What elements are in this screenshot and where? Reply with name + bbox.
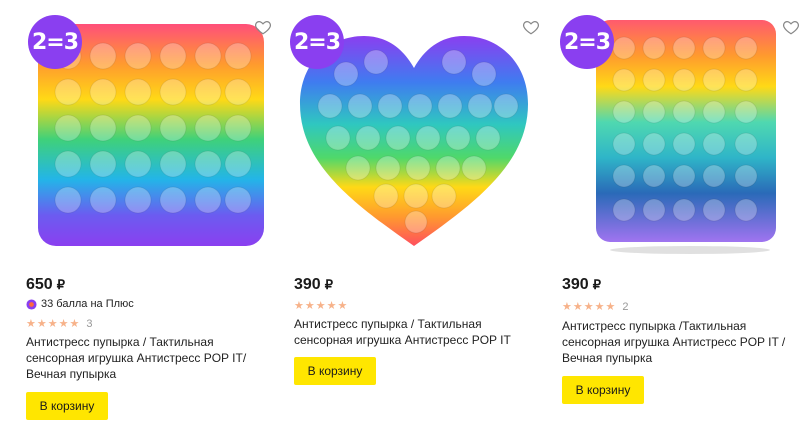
star-icon: ★ bbox=[26, 318, 36, 330]
product-title[interactable]: Антистресс пупырка / Тактильная сенсорна… bbox=[26, 334, 262, 382]
star-icon: ★ bbox=[69, 318, 80, 330]
rating[interactable]: ★ ★ ★ ★ ★ bbox=[294, 299, 354, 312]
product-card[interactable]: 2=3 bbox=[536, 0, 800, 433]
price: 650 ₽ bbox=[26, 276, 65, 293]
plus-points: 33 балла на Плюс bbox=[26, 298, 134, 310]
star-icon: ★ bbox=[326, 300, 337, 312]
product-card[interactable]: 2=3 bbox=[0, 0, 272, 433]
promo-badge: 2=3 bbox=[290, 15, 344, 69]
currency-symbol: ₽ bbox=[324, 277, 333, 292]
product-title[interactable]: Антистресс пупырка /Тактильная сенсорная… bbox=[562, 318, 798, 366]
add-to-cart-button[interactable]: В корзину bbox=[562, 376, 644, 404]
star-icon: ★ bbox=[315, 300, 326, 312]
price: 390 ₽ bbox=[294, 276, 333, 293]
product-card[interactable]: 2=3 bbox=[268, 0, 540, 433]
star-icon: ★ bbox=[605, 301, 616, 313]
heart-icon[interactable] bbox=[782, 18, 800, 36]
star-icon: ★ bbox=[36, 318, 47, 330]
plus-points-label: 33 балла на Плюс bbox=[41, 298, 134, 310]
add-to-cart-button[interactable]: В корзину bbox=[26, 392, 108, 420]
promo-badge: 2=3 bbox=[28, 15, 82, 69]
price: 390 ₽ bbox=[562, 276, 601, 293]
star-icon: ★ bbox=[58, 318, 69, 330]
star-icon: ★ bbox=[304, 300, 315, 312]
star-icon: ★ bbox=[594, 301, 605, 313]
currency-symbol: ₽ bbox=[56, 277, 65, 292]
plus-points-icon bbox=[26, 298, 37, 310]
review-count[interactable]: 2 bbox=[622, 301, 628, 313]
promo-badge: 2=3 bbox=[560, 15, 614, 69]
star-icon: ★ bbox=[562, 301, 572, 313]
heart-icon[interactable] bbox=[522, 18, 540, 36]
star-icon: ★ bbox=[572, 301, 583, 313]
star-icon: ★ bbox=[583, 301, 594, 313]
star-icon: ★ bbox=[294, 300, 304, 312]
currency-symbol: ₽ bbox=[592, 277, 601, 292]
rating[interactable]: ★ ★ ★ ★ ★ 3 bbox=[26, 317, 93, 331]
add-to-cart-button[interactable]: В корзину bbox=[294, 357, 376, 385]
heart-icon[interactable] bbox=[254, 18, 272, 36]
star-icon: ★ bbox=[337, 300, 348, 312]
review-count[interactable]: 3 bbox=[86, 318, 92, 330]
star-icon: ★ bbox=[47, 318, 58, 330]
product-title[interactable]: Антистресс пупырка / Тактильная сенсорна… bbox=[294, 316, 530, 348]
rating[interactable]: ★ ★ ★ ★ ★ 2 bbox=[562, 300, 629, 314]
